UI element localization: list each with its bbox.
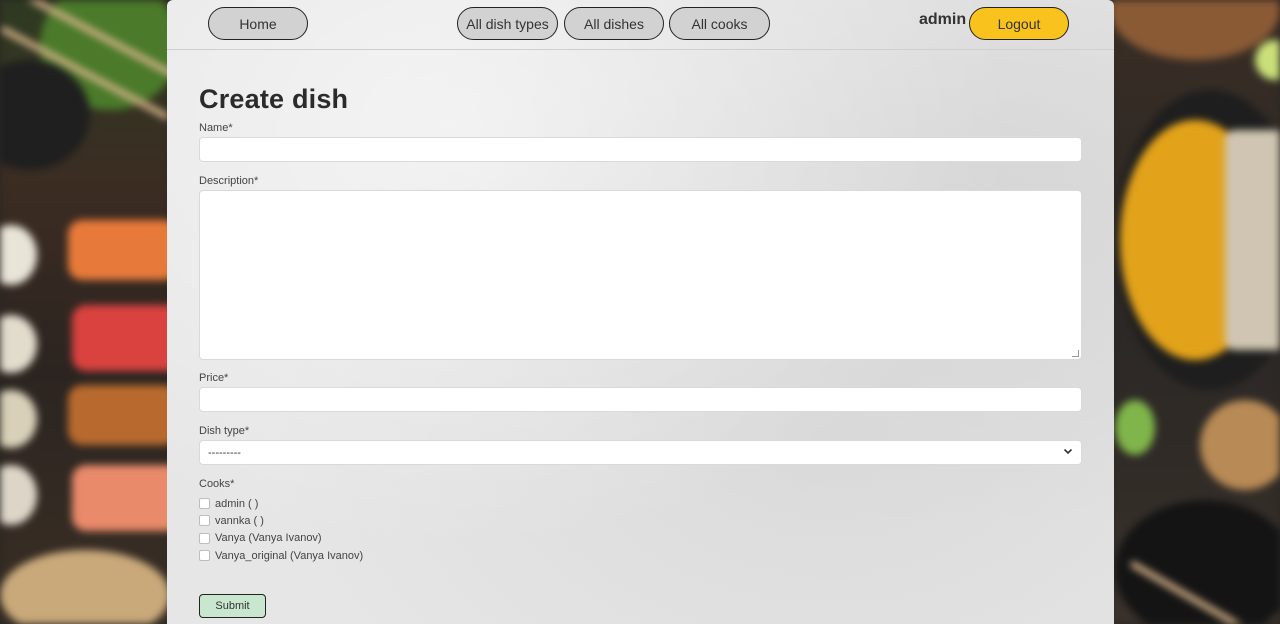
dish-type-select[interactable]: --------- xyxy=(199,440,1082,465)
name-input[interactable] xyxy=(199,137,1082,162)
chevron-down-icon xyxy=(1063,448,1073,455)
cook-option-label: Vanya (Vanya Ivanov) xyxy=(215,532,322,545)
username-label: admin xyxy=(919,11,967,28)
logout-button[interactable]: Logout xyxy=(969,7,1069,40)
checkbox[interactable] xyxy=(199,550,210,562)
cooks-label: Cooks* xyxy=(199,478,235,490)
price-label: Price* xyxy=(199,372,229,384)
resize-grip-icon[interactable] xyxy=(1072,350,1079,357)
navbar: Home All dish types All dishes All cooks… xyxy=(167,0,1114,50)
checkbox[interactable] xyxy=(199,498,210,510)
home-link[interactable]: Home xyxy=(208,7,308,40)
name-label: Name* xyxy=(199,122,233,134)
cook-option-label: admin ( ) xyxy=(215,497,259,510)
page-title: Create dish xyxy=(199,84,349,114)
all-dishes-link[interactable]: All dishes xyxy=(564,7,664,40)
checkbox[interactable] xyxy=(199,532,210,544)
cook-option-vanya-original[interactable]: Vanya_original (Vanya Ivanov) xyxy=(199,547,1082,564)
cook-option-label: Vanya_original (Vanya Ivanov) xyxy=(215,549,364,562)
main-panel: Home All dish types All dishes All cooks… xyxy=(167,0,1114,624)
create-dish-form: Create dish Name* Description* Price* Di… xyxy=(199,84,1082,564)
description-textarea[interactable] xyxy=(199,190,1082,360)
all-dish-types-link[interactable]: All dish types xyxy=(457,7,558,40)
cook-option-vanya[interactable]: Vanya (Vanya Ivanov) xyxy=(199,530,1082,547)
cook-option-admin[interactable]: admin ( ) xyxy=(199,495,1082,512)
dish-type-label: Dish type* xyxy=(199,425,250,437)
cook-option-label: vannka ( ) xyxy=(215,514,264,527)
cooks-checkbox-list: admin ( ) vannka ( ) Vanya (Vanya Ivanov… xyxy=(199,495,1082,564)
cook-option-vannka[interactable]: vannka ( ) xyxy=(199,512,1082,529)
checkbox[interactable] xyxy=(199,515,210,527)
description-label: Description* xyxy=(199,175,259,187)
all-cooks-link[interactable]: All cooks xyxy=(669,7,770,40)
dish-type-selected: --------- xyxy=(208,446,241,459)
price-input[interactable] xyxy=(199,387,1082,412)
submit-button[interactable]: Submit xyxy=(199,594,266,618)
